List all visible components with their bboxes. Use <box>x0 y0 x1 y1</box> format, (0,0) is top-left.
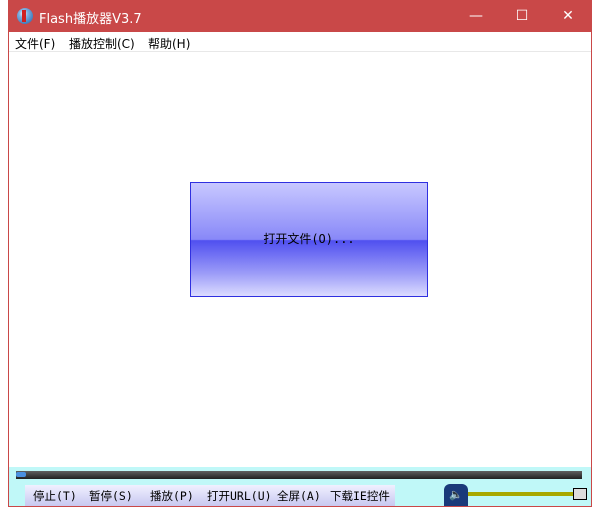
close-button[interactable]: ✕ <box>545 1 591 32</box>
open-url-button[interactable]: 打开URL(U) <box>207 488 272 504</box>
app-icon <box>17 8 33 24</box>
volume-slider-knob[interactable] <box>573 488 587 500</box>
open-file-button[interactable]: 打开文件(O)... <box>190 182 428 297</box>
maximize-button[interactable]: ☐ <box>499 1 545 32</box>
fullscreen-button[interactable]: 全屏(A) <box>277 488 321 504</box>
flash-player-window: Flash播放器V3.7 — ☐ ✕ 文件(F) 播放控制(C) 帮助(H) 打… <box>8 0 592 507</box>
seek-bar[interactable] <box>16 471 582 479</box>
seek-thumb[interactable] <box>16 472 26 477</box>
pause-button[interactable]: 暂停(S) <box>89 488 133 504</box>
play-button[interactable]: 播放(P) <box>150 488 194 504</box>
stop-button[interactable]: 停止(T) <box>33 488 77 504</box>
control-buttons: 停止(T) 暂停(S) 播放(P) 打开URL(U) 全屏(A) 下载IE控件 <box>25 485 395 506</box>
minimize-button[interactable]: — <box>453 1 499 32</box>
download-ie-control-button[interactable]: 下载IE控件 <box>330 488 390 504</box>
window-title: Flash播放器V3.7 <box>39 12 142 27</box>
menu-bar: 文件(F) 播放控制(C) 帮助(H) <box>9 32 591 52</box>
menu-playback-control[interactable]: 播放控制(C) <box>69 35 135 52</box>
volume-icon[interactable]: 🔈 <box>444 484 468 506</box>
control-panel: 停止(T) 暂停(S) 播放(P) 打开URL(U) 全屏(A) 下载IE控件 … <box>9 467 591 506</box>
volume-slider[interactable] <box>468 492 574 496</box>
title-bar: Flash播放器V3.7 — ☐ ✕ <box>9 1 591 32</box>
menu-help[interactable]: 帮助(H) <box>148 35 190 52</box>
menu-file[interactable]: 文件(F) <box>15 35 55 52</box>
